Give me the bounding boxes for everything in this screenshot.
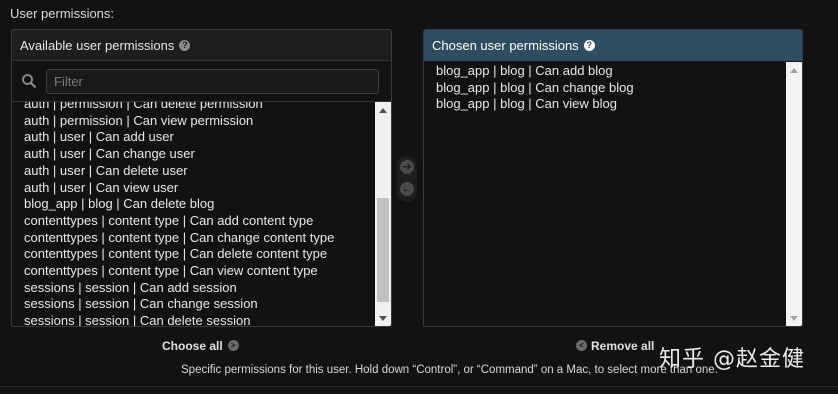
list-option[interactable]: auth | user | Can view user	[12, 180, 375, 197]
chevron-right-icon: >	[227, 340, 239, 352]
list-option[interactable]: auth | user | Can add user	[12, 129, 375, 146]
list-option[interactable]: contenttypes | content type | Can view c…	[12, 263, 375, 280]
list-option[interactable]: auth | user | Can delete user	[12, 163, 375, 180]
remove-all-link[interactable]: < Remove all	[576, 339, 654, 353]
list-option[interactable]: sessions | session | Can add session	[12, 280, 375, 297]
choose-all-label: Choose all	[162, 339, 223, 353]
help-text: Specific permissions for this user. Hold…	[181, 364, 718, 376]
remove-all-label: Remove all	[591, 339, 655, 353]
help-icon[interactable]: ?	[179, 40, 191, 52]
list-option[interactable]: blog_app | blog | Can view blog	[424, 96, 786, 113]
divider	[0, 386, 838, 387]
chosen-list[interactable]: blog_app | blog | Can add blog blog_app |…	[424, 62, 786, 326]
list-option[interactable]: auth | permission | Can view permission	[12, 113, 375, 130]
list-option[interactable]: contenttypes | content type | Can change…	[12, 230, 375, 247]
help-icon[interactable]: ?	[583, 40, 595, 52]
field-label: User permissions:	[10, 6, 115, 21]
scroll-down-button[interactable]	[786, 310, 802, 326]
available-header: Available user permissions?	[12, 30, 391, 61]
list-option[interactable]: auth | user | Can change user	[12, 146, 375, 163]
arrow-left-icon[interactable]: ←	[400, 182, 414, 196]
list-option[interactable]: sessions | session | Can change session	[12, 296, 375, 313]
list-option[interactable]: contenttypes | content type | Can add co…	[12, 213, 375, 230]
available-permissions-box: Available user permissions? auth | permi…	[11, 29, 392, 327]
arrow-right-icon[interactable]: ➔	[400, 160, 414, 174]
chosen-scrollbar[interactable]	[786, 62, 802, 326]
watermark: 知乎 @赵金健	[659, 347, 805, 372]
list-option[interactable]: contenttypes | content type | Can delete…	[12, 246, 375, 263]
scroll-thumb[interactable]	[377, 198, 389, 302]
scroll-down-button[interactable]	[375, 310, 391, 326]
available-title: Available user permissions	[20, 38, 175, 53]
chosen-title: Chosen user permissions	[432, 38, 579, 53]
scroll-up-button[interactable]	[786, 62, 802, 78]
scroll-up-button[interactable]	[375, 102, 391, 118]
choose-all-link[interactable]: Choose all >	[162, 339, 239, 353]
search-icon	[22, 74, 37, 89]
list-option[interactable]: blog_app | blog | Can change blog	[424, 80, 786, 97]
chosen-header: Chosen user permissions?	[424, 30, 802, 61]
list-option[interactable]: blog_app | blog | Can delete blog	[12, 196, 375, 213]
filter-row	[12, 61, 391, 102]
available-scrollbar[interactable]	[375, 102, 391, 326]
list-option[interactable]: blog_app | blog | Can add blog	[424, 63, 786, 80]
available-list[interactable]: auth | permission | Can delete permissio…	[12, 102, 375, 326]
selector-chooser: ➔ ←	[397, 156, 417, 202]
chevron-left-icon: <	[576, 340, 587, 352]
list-option[interactable]: auth | permission | Can delete permissio…	[12, 102, 375, 113]
filter-input[interactable]	[46, 69, 379, 94]
chosen-permissions-box: Chosen user permissions? blog_app | blog…	[423, 29, 803, 327]
list-option[interactable]: sessions | session | Can delete session	[12, 313, 375, 326]
